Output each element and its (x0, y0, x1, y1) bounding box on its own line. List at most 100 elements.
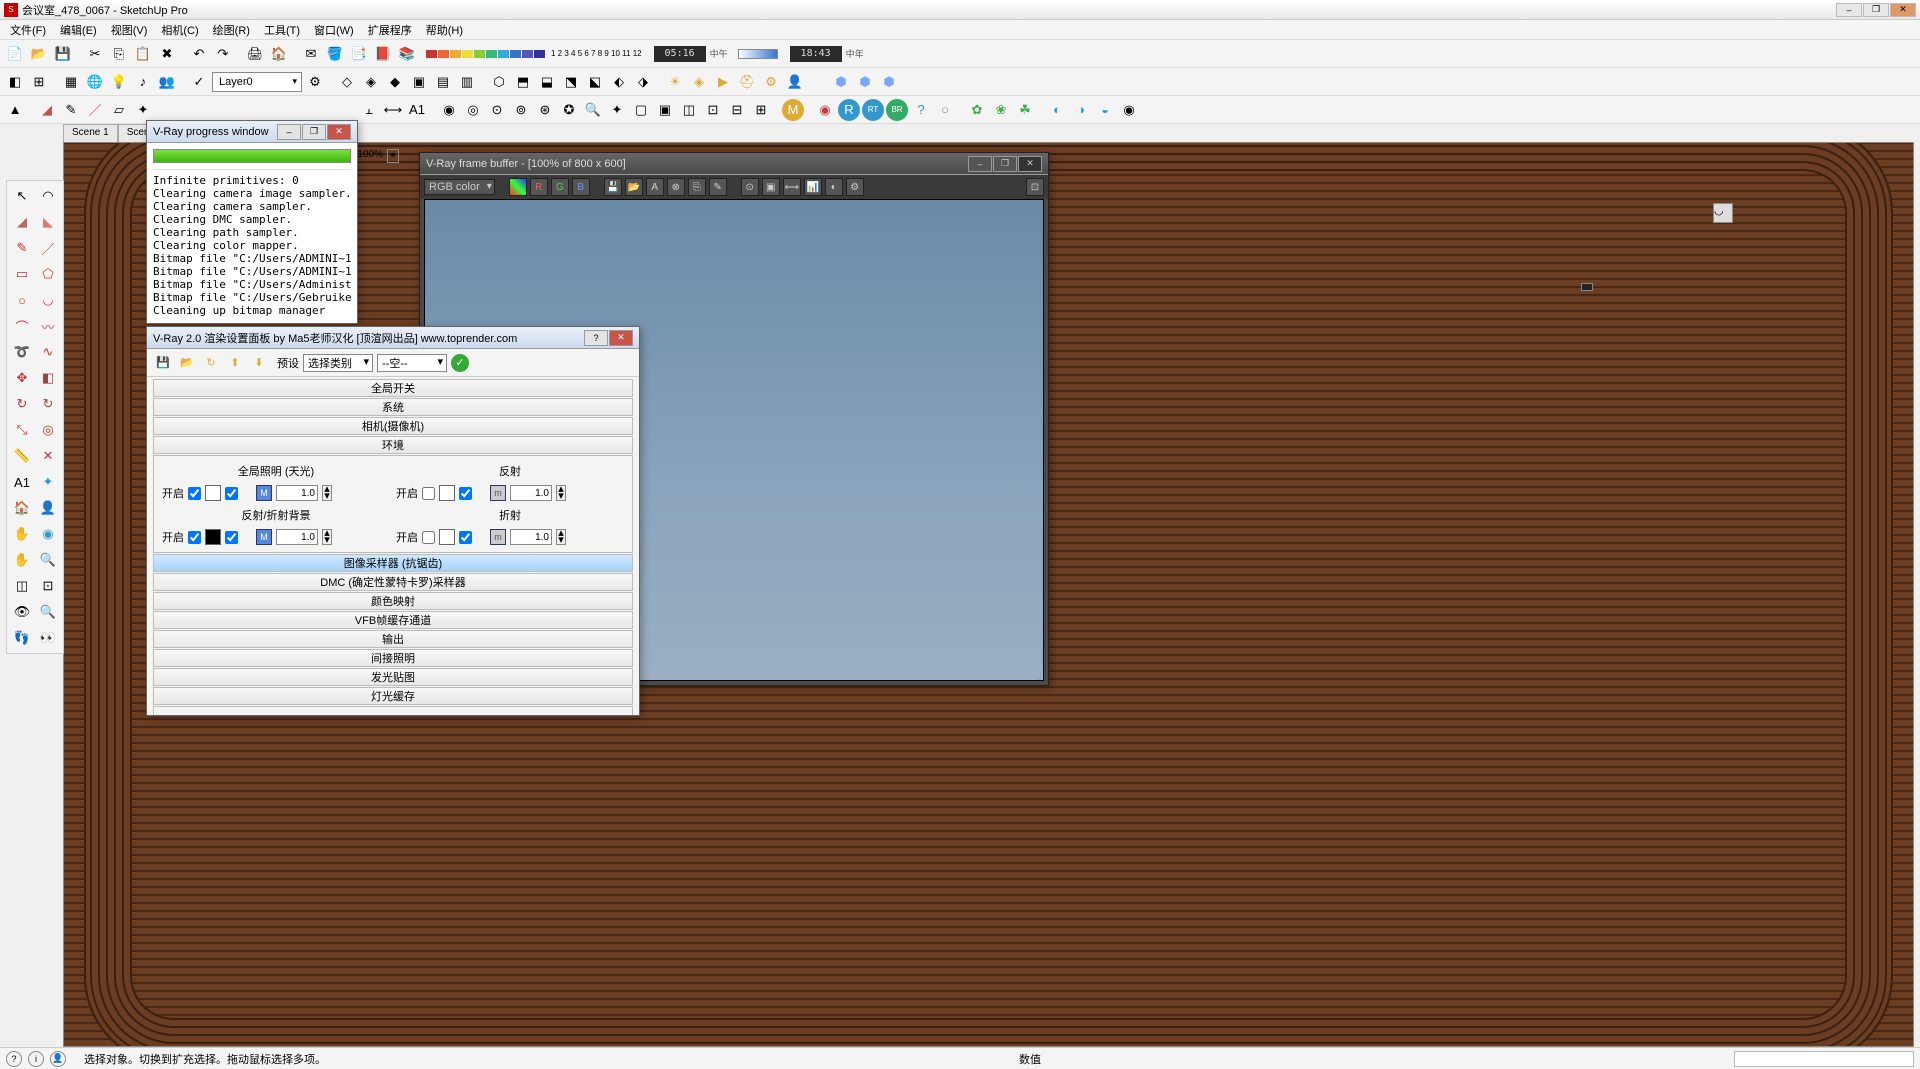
rollout-dmc[interactable]: DMC (确定性蒙特卡罗)采样器 (153, 573, 633, 591)
minimize-button[interactable]: – (1836, 3, 1862, 17)
opts-close-button[interactable]: ✕ (609, 330, 633, 346)
opts-up-icon[interactable]: ⬆ (225, 353, 245, 373)
bulb-icon[interactable]: 💡 (108, 71, 130, 93)
paint-icon[interactable]: 🪣 (324, 43, 346, 65)
position-icon[interactable]: 👣 (10, 626, 34, 650)
rollout-global[interactable]: 全局开关 (153, 379, 633, 397)
prev-icon[interactable]: 🔍 (36, 600, 60, 624)
pan-icon[interactable]: ✋ (10, 548, 34, 572)
model-icon[interactable]: 🏠 (268, 43, 290, 65)
vfb-a-icon[interactable]: A (646, 178, 664, 196)
zoomext-icon[interactable]: ⊡ (36, 574, 60, 598)
vfb-max-button[interactable]: ❐ (993, 156, 1017, 172)
dim2-icon[interactable]: A1 (10, 470, 34, 494)
bg-color-swatch[interactable] (205, 529, 221, 545)
layers-icon[interactable]: ◧ (4, 71, 26, 93)
menu-tools[interactable]: 工具(T) (258, 20, 306, 40)
scene-light-1[interactable]: ◡ (1713, 203, 1733, 223)
opts-title-bar[interactable]: V-Ray 2.0 渲染设置面板 by Ma5老师汉化 [顶渲网出品] www.… (147, 327, 639, 349)
music-icon[interactable]: ♪ (132, 71, 154, 93)
rect-icon[interactable]: ▭ (10, 262, 34, 286)
menu-ext[interactable]: 扩展程序 (362, 20, 418, 40)
menu-help[interactable]: 帮助(H) (420, 20, 469, 40)
person-icon[interactable]: 👤 (784, 71, 806, 93)
followme-icon[interactable]: ↻ (36, 392, 60, 416)
hand-icon[interactable]: ✋ (10, 522, 34, 546)
progress-title-bar[interactable]: V-Ray progress window – ❐ ✕ (147, 121, 357, 143)
open-icon[interactable]: 📂 (28, 43, 50, 65)
refl-map-button[interactable]: m (490, 485, 506, 501)
bg-spinner[interactable]: ▴▾ (322, 529, 332, 545)
3d-icon-2[interactable]: ⬢ (854, 71, 876, 93)
refr-map-button[interactable]: m (490, 529, 506, 545)
gi-tex-checkbox[interactable] (225, 487, 238, 500)
sq4-icon[interactable]: ⊡ (702, 99, 724, 121)
vfb-b-button[interactable]: B (572, 178, 590, 196)
vfb-opt-icon[interactable]: ⚙ (846, 178, 864, 196)
save-icon[interactable]: 💾 (52, 43, 74, 65)
circ5-icon[interactable]: ⊛ (534, 99, 556, 121)
vfb-cc-icon[interactable]: ◐ (825, 178, 843, 196)
poly-icon[interactable]: ⬠ (36, 262, 60, 286)
opts-help-button[interactable]: ? (584, 330, 608, 346)
status-icon-2[interactable]: i (28, 1051, 44, 1067)
vr2-icon[interactable]: ◑ (1070, 99, 1092, 121)
bottom-icon[interactable]: ⬗ (632, 71, 654, 93)
gi-value-input[interactable] (276, 485, 318, 501)
refl-color-swatch[interactable] (439, 485, 455, 501)
outliner-icon[interactable]: ⊞ (28, 71, 50, 93)
cut-icon[interactable]: ✂ (84, 43, 106, 65)
pushpull-icon[interactable]: ◧ (36, 366, 60, 390)
grass3-icon[interactable]: ☘ (1014, 99, 1036, 121)
hat-icon[interactable]: ⛑ (736, 71, 758, 93)
layer-check-icon[interactable]: ✓ (188, 71, 210, 93)
vfb-open-icon[interactable]: 📂 (625, 178, 643, 196)
gi-on-checkbox[interactable] (188, 487, 201, 500)
arc2-icon[interactable]: ⌒ (10, 314, 34, 338)
circ2-icon[interactable]: ◎ (462, 99, 484, 121)
m-icon[interactable]: M (782, 99, 804, 121)
box1-icon[interactable]: ◇ (336, 71, 358, 93)
progress-min-button[interactable]: – (277, 124, 301, 140)
refr-spinner[interactable]: ▴▾ (556, 529, 566, 545)
copy-icon[interactable]: ⎘ (108, 43, 130, 65)
opts-preset2-dropdown[interactable]: --空-- (377, 354, 447, 372)
progress-stop-button[interactable]: ⏹ (387, 149, 399, 163)
refr-tex-checkbox[interactable] (459, 531, 472, 544)
vfb-clear-icon[interactable]: ⊗ (667, 178, 685, 196)
vfb-pick-icon[interactable]: ✎ (709, 178, 727, 196)
line2-icon[interactable]: ／ (84, 99, 106, 121)
eraser2-icon[interactable]: ◢ (10, 210, 34, 234)
look-icon[interactable]: 👀 (36, 626, 60, 650)
spiral-icon[interactable]: ➰ (10, 340, 34, 364)
rollout-vfbch[interactable]: VFB帧缓存通道 (153, 611, 633, 629)
zoom-icon[interactable]: 🔍 (582, 99, 604, 121)
3d-icon-3[interactable]: ⬢ (878, 71, 900, 93)
r-icon[interactable]: R (838, 99, 860, 121)
refl-spinner[interactable]: ▴▾ (556, 485, 566, 501)
compass-icon[interactable]: ◈ (688, 71, 710, 93)
gi-spinner[interactable]: ▴▾ (322, 485, 332, 501)
vfb-close-button[interactable]: ✕ (1018, 156, 1042, 172)
vfb-fit-icon[interactable]: ⊡ (1026, 178, 1044, 196)
stack-icon[interactable]: 📚 (396, 43, 418, 65)
dimension-icon[interactable]: ⟷ (382, 99, 404, 121)
progress-max-button[interactable]: ❐ (302, 124, 326, 140)
sq2-icon[interactable]: ▣ (654, 99, 676, 121)
refr-on-checkbox[interactable] (422, 531, 435, 544)
bg-map-button[interactable]: M (256, 529, 272, 545)
layer-opts-icon[interactable]: ⚙ (304, 71, 326, 93)
new-icon[interactable]: 📄 (4, 43, 26, 65)
bg-value-input[interactable] (276, 529, 318, 545)
paste-icon[interactable]: 📋 (132, 43, 154, 65)
rollout-camera[interactable]: 相机(摄像机) (153, 417, 633, 435)
sq6-icon[interactable]: ⊞ (750, 99, 772, 121)
walk-icon[interactable]: 👤 (36, 496, 60, 520)
delete-icon[interactable]: ✖ (156, 43, 178, 65)
grid-icon[interactable]: ▦ (60, 71, 82, 93)
book-icon[interactable]: 📕 (372, 43, 394, 65)
rollout-indirect[interactable]: 间接照明 (153, 649, 633, 667)
vfb-save-icon[interactable]: 💾 (604, 178, 622, 196)
vfb-channel-dropdown[interactable]: RGB color (424, 179, 495, 195)
vfb-min-button[interactable]: – (968, 156, 992, 172)
